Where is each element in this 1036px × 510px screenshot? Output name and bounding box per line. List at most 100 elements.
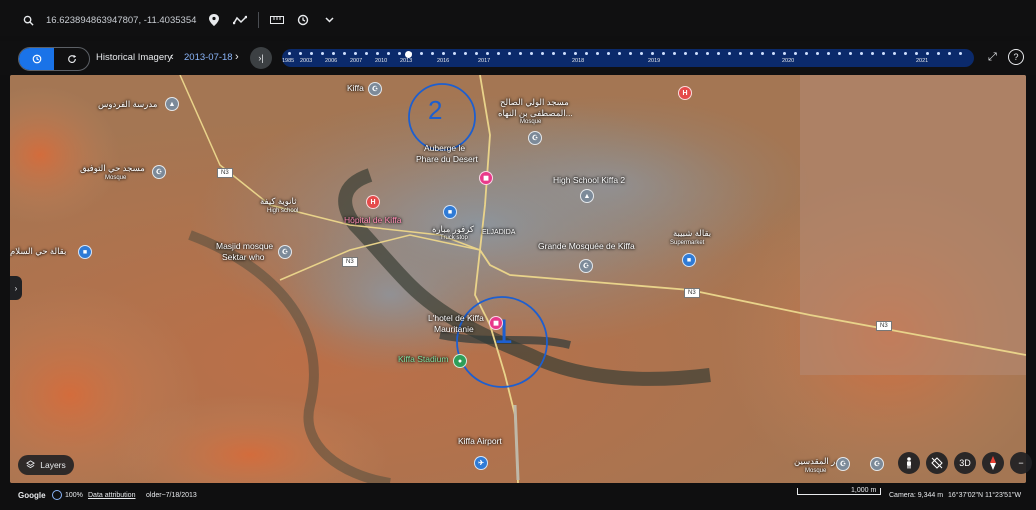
hotel-pin-icon[interactable]: ◼: [489, 316, 503, 330]
mosque-pin-icon[interactable]: ☪: [152, 165, 166, 179]
timeline-handle[interactable]: [405, 51, 412, 58]
timeline-dot[interactable]: [574, 52, 577, 55]
timeline-dot[interactable]: [871, 52, 874, 55]
label-mosque-salih[interactable]: مسجد الولي الصالح: [500, 97, 569, 108]
tilt-off-icon[interactable]: [926, 452, 948, 474]
timeline-year-label[interactable]: 2019: [648, 58, 660, 64]
imagery-mode-toggle[interactable]: [18, 47, 90, 71]
timeline-dot[interactable]: [343, 52, 346, 55]
timeline-dot[interactable]: [365, 52, 368, 55]
timeline-dot[interactable]: [519, 52, 522, 55]
selected-date[interactable]: 2013-07-18: [184, 52, 233, 63]
timeline-dot[interactable]: [772, 52, 775, 55]
timeline-dot[interactable]: [684, 52, 687, 55]
mosque-pin-icon[interactable]: ☪: [870, 457, 884, 471]
label-kiffa-airport[interactable]: Kiffa Airport: [458, 436, 502, 446]
timeline-year-label[interactable]: 2003: [300, 58, 312, 64]
timeline-dot[interactable]: [739, 52, 742, 55]
shopping-pin-icon[interactable]: ■: [682, 253, 696, 267]
help-icon[interactable]: ?: [1008, 49, 1024, 65]
timeline-dot[interactable]: [915, 52, 918, 55]
previous-date-button[interactable]: ‹: [170, 51, 174, 63]
search-bar[interactable]: 16.623894863947807, -11.4035354: [20, 8, 337, 32]
shopping-pin-icon[interactable]: ■: [78, 245, 92, 259]
timeline-year-label[interactable]: 2007: [350, 58, 362, 64]
shopping-pin-icon[interactable]: ■: [443, 205, 457, 219]
timeline-dot[interactable]: [475, 52, 478, 55]
timeline-dot[interactable]: [893, 52, 896, 55]
timeline-dot[interactable]: [530, 52, 533, 55]
timeline-dot[interactable]: [442, 52, 445, 55]
three-d-button[interactable]: 3D: [954, 452, 976, 474]
timeline-dot[interactable]: [805, 52, 808, 55]
chevron-down-icon[interactable]: [321, 12, 337, 28]
label-shop-salam[interactable]: بقالة حي السلام: [10, 246, 66, 257]
timeline-dot[interactable]: [882, 52, 885, 55]
path-icon[interactable]: [232, 12, 248, 28]
label-mosque-bottom[interactable]: بدر المقدسين: [794, 456, 842, 467]
timeline-dot[interactable]: [431, 52, 434, 55]
search-coords[interactable]: 16.623894863947807, -11.4035354: [46, 15, 196, 26]
timeline-dot[interactable]: [376, 52, 379, 55]
timeline-dot[interactable]: [310, 52, 313, 55]
timeline-dot[interactable]: [288, 52, 291, 55]
hospital-pin-icon[interactable]: H: [678, 86, 692, 100]
compass-icon[interactable]: [982, 452, 1004, 474]
mosque-pin-icon[interactable]: ☪: [579, 259, 593, 273]
search-icon[interactable]: [20, 12, 36, 28]
sidebar-expand-tab[interactable]: ›: [10, 276, 22, 300]
current-mode-button[interactable]: [54, 48, 89, 70]
timeline-year-label[interactable]: 2016: [437, 58, 449, 64]
hotel-pin-icon[interactable]: ◼: [479, 171, 493, 185]
label-madrasa[interactable]: مدرسة الفردوس: [98, 99, 157, 110]
timeline-dot[interactable]: [420, 52, 423, 55]
pegman-icon[interactable]: [898, 452, 920, 474]
location-pin-icon[interactable]: [206, 12, 222, 28]
timeline-year-label[interactable]: 1985: [282, 58, 294, 64]
timeline-dot[interactable]: [541, 52, 544, 55]
timeline-year-label[interactable]: 2010: [375, 58, 387, 64]
timeline-dot[interactable]: [838, 52, 841, 55]
timeline-dot[interactable]: [761, 52, 764, 55]
hospital-pin-icon[interactable]: H: [366, 195, 380, 209]
mosque-pin-icon[interactable]: ☪: [528, 131, 542, 145]
timeline-year-label[interactable]: 2020: [782, 58, 794, 64]
timeline-dot[interactable]: [497, 52, 500, 55]
timeline-dot[interactable]: [750, 52, 753, 55]
timeline-dot[interactable]: [728, 52, 731, 55]
timeline-dot[interactable]: [816, 52, 819, 55]
latest-date-button[interactable]: ›|: [250, 47, 272, 69]
school-pin-icon[interactable]: ▲: [580, 189, 594, 203]
timeline-dot[interactable]: [926, 52, 929, 55]
timeline-dot[interactable]: [596, 52, 599, 55]
label-kiffa[interactable]: Kiffa: [347, 83, 364, 93]
history-mode-button[interactable]: [19, 48, 54, 70]
timeline-year-label[interactable]: 2017: [478, 58, 490, 64]
history-icon[interactable]: [295, 12, 311, 28]
imagery-timeline[interactable]: 1985 2003 2006 2007 2010 2013 2016 2017 2018 2019…: [282, 49, 974, 67]
school-pin-icon[interactable]: ▲: [165, 97, 179, 111]
timeline-dot[interactable]: [640, 52, 643, 55]
ruler-icon[interactable]: [269, 12, 285, 28]
label-grande-mosquee[interactable]: Grande Mosquée de Kiffa: [538, 241, 635, 251]
timeline-dot[interactable]: [662, 52, 665, 55]
timeline-dot[interactable]: [706, 52, 709, 55]
timeline-dot[interactable]: [464, 52, 467, 55]
timeline-dot[interactable]: [321, 52, 324, 55]
timeline-dot[interactable]: [827, 52, 830, 55]
timeline-dot[interactable]: [332, 52, 335, 55]
timeline-dot[interactable]: [299, 52, 302, 55]
label-masjid[interactable]: Masjid mosque: [216, 241, 273, 251]
layers-button[interactable]: Layers: [18, 455, 74, 475]
timeline-dot[interactable]: [508, 52, 511, 55]
timeline-dot[interactable]: [629, 52, 632, 55]
label-supermarket[interactable]: بقالة شبيبة: [673, 228, 711, 239]
timeline-dot[interactable]: [695, 52, 698, 55]
timeline-dot[interactable]: [673, 52, 676, 55]
zoom-out-button[interactable]: −: [1010, 452, 1032, 474]
label-high-school-kiffa[interactable]: High School Kiffa 2: [553, 175, 625, 185]
stadium-pin-icon[interactable]: ●: [453, 354, 467, 368]
timeline-dot[interactable]: [860, 52, 863, 55]
timeline-dot[interactable]: [563, 52, 566, 55]
label-auberge[interactable]: Auberge le: [424, 143, 465, 153]
